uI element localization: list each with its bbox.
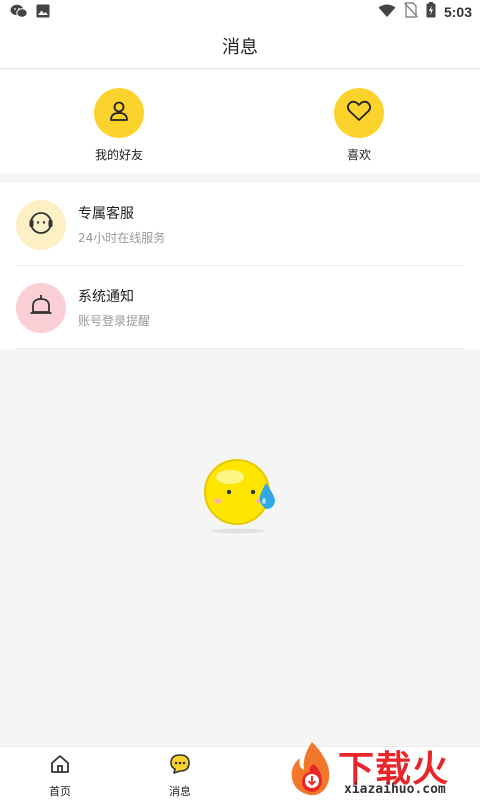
- likes-icon-circle: [334, 88, 384, 138]
- status-right: 5:03: [378, 2, 472, 22]
- home-icon: [49, 753, 71, 779]
- message-subtitle: 24小时在线服务: [78, 231, 166, 245]
- image-icon: [36, 3, 50, 22]
- customer-service-icon: [28, 210, 54, 240]
- my-friends-button[interactable]: 我的好友: [59, 88, 179, 163]
- message-item-customer-service[interactable]: 专属客服 24小时在线服务: [0, 183, 480, 266]
- status-time: 5:03: [443, 4, 472, 20]
- no-sim-icon: [403, 2, 418, 22]
- message-title: 专属客服: [78, 206, 134, 222]
- customer-service-avatar: [16, 199, 66, 250]
- bell-icon: [28, 293, 54, 323]
- wechat-icon: [10, 3, 28, 22]
- system-notice-avatar: [16, 282, 66, 333]
- chat-icon: [169, 753, 191, 779]
- watermark: 下载火 xiazaihuo.com: [284, 738, 480, 800]
- nav-messages[interactable]: 消息: [140, 753, 220, 799]
- nav-home[interactable]: 首页: [20, 753, 100, 799]
- wifi-icon: [378, 3, 396, 22]
- status-bar: 5:03: [0, 0, 480, 24]
- nav-messages-label: 消息: [169, 785, 191, 798]
- likes-label: 喜欢: [346, 148, 371, 162]
- page-title: 消息: [222, 37, 258, 58]
- message-item-system-notice[interactable]: 系统通知 账号登录提醒: [0, 266, 480, 349]
- user-icon: [107, 99, 131, 127]
- header: 消息: [0, 24, 480, 69]
- quick-actions: 我的好友 喜欢: [0, 70, 480, 173]
- message-subtitle: 账号登录提醒: [78, 314, 151, 328]
- status-left: [10, 3, 50, 22]
- my-friends-icon-circle: [94, 88, 144, 138]
- message-text: 专属客服 24小时在线服务: [78, 203, 165, 246]
- my-friends-label: 我的好友: [94, 148, 143, 162]
- watermark-url: xiazaihuo.com: [344, 782, 446, 797]
- heart-icon: [346, 99, 372, 127]
- message-title: 系统通知: [78, 289, 134, 305]
- message-list: 专属客服 24小时在线服务 系统通知 账号登录提醒: [0, 183, 480, 349]
- likes-button[interactable]: 喜欢: [299, 88, 419, 163]
- watermark-flame-icon: [291, 742, 330, 796]
- nav-home-label: 首页: [49, 785, 71, 798]
- message-text: 系统通知 账号登录提醒: [78, 286, 150, 329]
- empty-state-emoji: [200, 455, 280, 537]
- battery-icon: [426, 2, 436, 22]
